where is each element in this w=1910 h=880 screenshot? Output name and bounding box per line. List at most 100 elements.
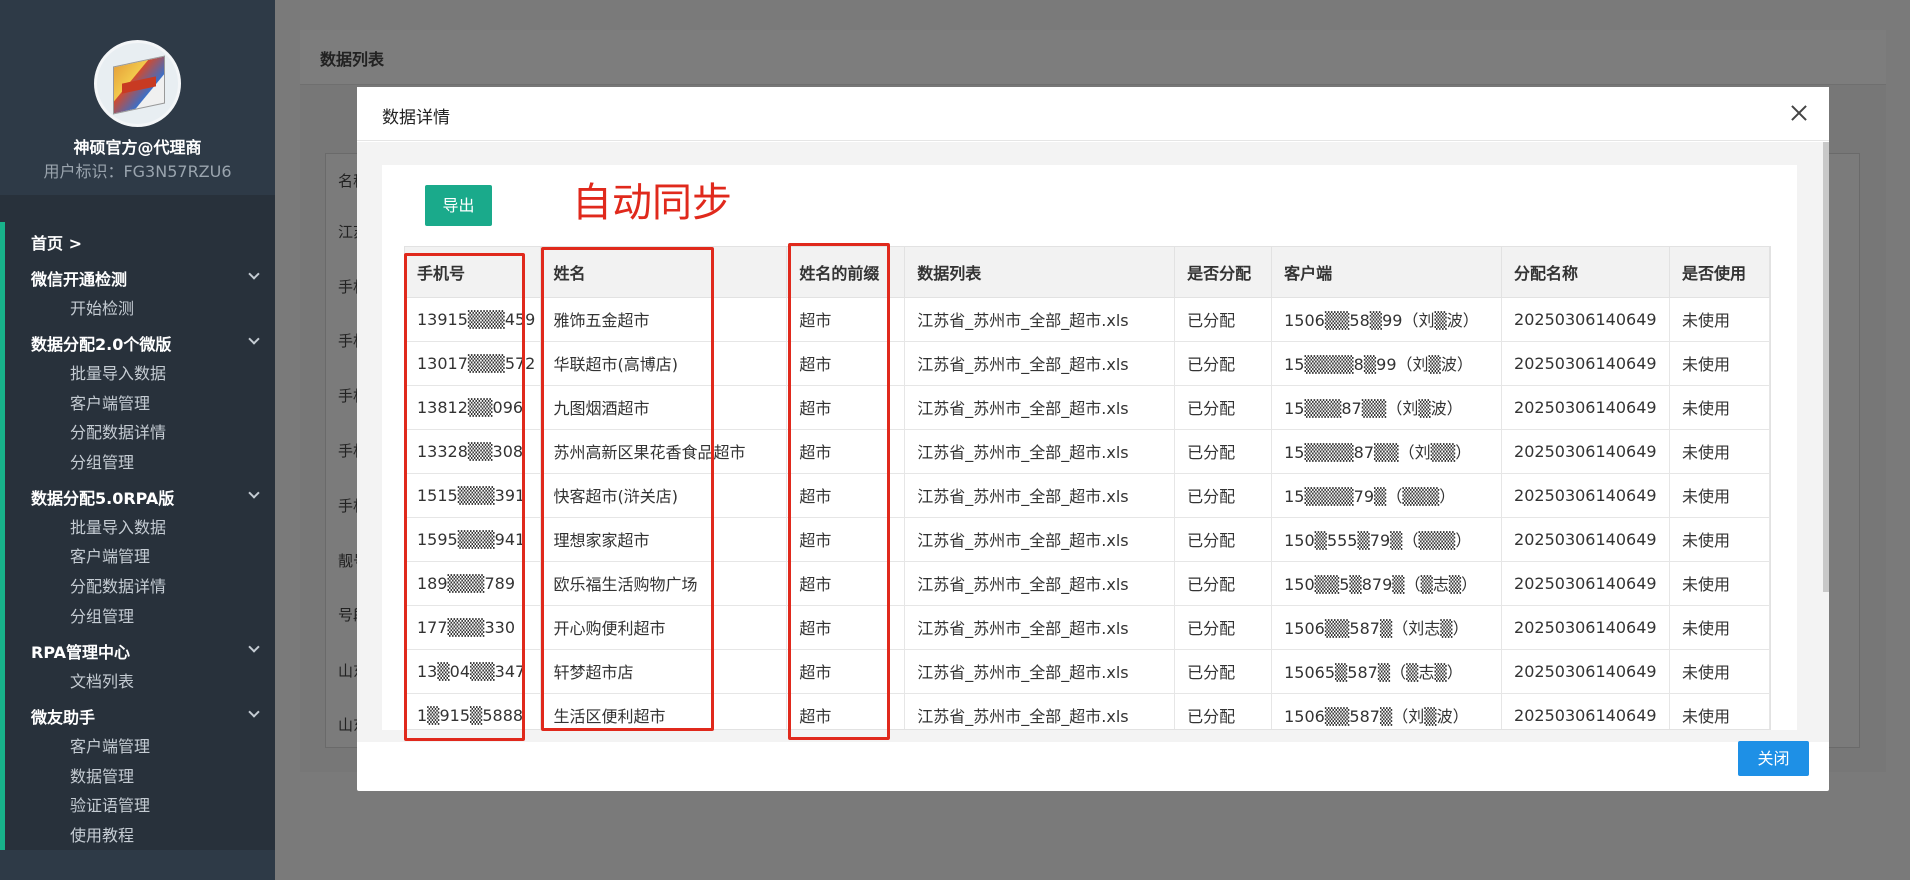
close-button[interactable]: 关闭 [1738,741,1809,776]
col-header-client[interactable]: 客户端 [1271,247,1503,298]
nav-group-data-dist-5[interactable]: 数据分配5.0RPA版 [31,485,174,509]
table-row[interactable]: 13915▒▒▒459 雅饰五金超市 超市 江苏省_苏州市_全部_超市.xls 已分配 1… [405,297,1770,342]
col-header-phone[interactable]: 手机号 [405,247,542,298]
nav-item-client-manage[interactable]: 客户端管理 [70,733,150,757]
cell-client: 1506▒▒587▒（刘▒波） [1271,693,1503,729]
table-row[interactable]: 1515▒▒▒391 快客超市(浒关店) 超市 江苏省_苏州市_全部_超市.xls 已分… [405,473,1770,518]
cell-name-prefix: 超市 [786,473,906,518]
nav-item-dist-detail[interactable]: 分配数据详情 [70,573,166,597]
cell-assigned: 已分配 [1174,341,1273,386]
cell-name: 九图烟酒超市 [540,385,788,430]
cell-assign-name: 20250306140649 [1501,605,1671,650]
page-title: 数据列表 [320,50,385,69]
cell-data-list: 江苏省_苏州市_全部_超市.xls [904,297,1176,342]
cell-client: 15065▒587▒（▒志▒） [1271,649,1503,694]
nav-item-client-manage[interactable]: 客户端管理 [70,390,150,414]
cell-data-list: 江苏省_苏州市_全部_超市.xls [904,341,1176,386]
chevron-down-icon[interactable] [248,641,260,653]
nav-item-group-manage[interactable]: 分组管理 [70,449,134,473]
cell-phone: 1515▒▒▒391 [405,473,542,518]
cell-client: 1506▒▒58▒99（刘▒波） [1271,297,1503,342]
chevron-down-icon[interactable] [248,268,260,280]
table-row[interactable]: 1595▒▒▒941 理想家家超市 超市 江苏省_苏州市_全部_超市.xls 已分配 15… [405,517,1770,562]
cell-assign-name: 20250306140649 [1501,649,1671,694]
cell-name: 理想家家超市 [540,517,788,562]
chevron-down-icon[interactable] [248,333,260,345]
cell-client: 150▒▒5▒879▒（▒志▒） [1271,561,1503,606]
table-row[interactable]: 189▒▒▒789 欧乐福生活购物广场 超市 江苏省_苏州市_全部_超市.xls 已分配… [405,561,1770,606]
cell-assigned: 已分配 [1174,429,1273,474]
cell-name: 生活区便利超市 [540,693,788,729]
cell-used: 未使用 [1669,605,1770,650]
cell-data-list: 江苏省_苏州市_全部_超市.xls [904,385,1176,430]
nav-group-wechat-check[interactable]: 微信开通检测 [31,266,127,290]
cell-assign-name: 20250306140649 [1501,297,1671,342]
cell-name-prefix: 超市 [786,605,906,650]
cell-used: 未使用 [1669,517,1770,562]
export-button[interactable]: 导出 [425,185,492,226]
cell-assigned: 已分配 [1174,473,1273,518]
cell-assigned: 已分配 [1174,297,1273,342]
table-row[interactable]: 13812▒▒096 九图烟酒超市 超市 江苏省_苏州市_全部_超市.xls 已分配 15… [405,385,1770,430]
table-row[interactable]: 1▒915▒5888 生活区便利超市 超市 江苏省_苏州市_全部_超市.xls 已分配 1… [405,693,1770,729]
nav-item-data-manage[interactable]: 数据管理 [70,763,134,787]
data-table: 手机号 姓名 姓名的前缀 数据列表 是否分配 客户端 分配名称 是否使用 139… [404,246,1771,730]
nav-item-batch-import[interactable]: 批量导入数据 [70,514,166,538]
close-icon[interactable] [1787,101,1811,125]
cell-name: 轩梦超市店 [540,649,788,694]
cell-data-list: 江苏省_苏州市_全部_超市.xls [904,605,1176,650]
modal-header: 数据详情 [357,87,1829,141]
col-header-data-list[interactable]: 数据列表 [904,247,1176,298]
col-header-assigned[interactable]: 是否分配 [1174,247,1273,298]
cell-name-prefix: 超市 [786,561,906,606]
profile-user-id: 用户标识：FG3N57RZU6 [43,162,232,181]
table-row[interactable]: 13328▒▒308 苏州高新区果花香食品超市 超市 江苏省_苏州市_全部_超市.xl… [405,429,1770,474]
nav-group-rpa-center[interactable]: RPA管理中心 [31,639,130,663]
cell-phone: 1▒915▒5888 [405,693,542,729]
nav-group-data-dist-2[interactable]: 数据分配2.0个微版 [31,331,171,355]
cell-name-prefix: 超市 [786,341,906,386]
nav-group-weyou-helper[interactable]: 微友助手 [31,704,95,728]
cell-assigned: 已分配 [1174,693,1273,729]
annotation-auto-sync: 自动同步 [572,180,732,226]
cell-name-prefix: 超市 [786,385,906,430]
cell-used: 未使用 [1669,561,1770,606]
chevron-down-icon[interactable] [248,706,260,718]
cell-assign-name: 20250306140649 [1501,693,1671,729]
cell-name-prefix: 超市 [786,649,906,694]
nav-item-start-check[interactable]: 开始检测 [70,295,134,319]
col-header-assign-name[interactable]: 分配名称 [1501,247,1671,298]
cell-used: 未使用 [1669,385,1770,430]
nav-home[interactable]: 首页 > [31,230,82,254]
sidebar-footer [0,850,275,880]
cell-name-prefix: 超市 [786,297,906,342]
cell-used: 未使用 [1669,473,1770,518]
col-header-name-prefix[interactable]: 姓名的前缀 [786,247,906,298]
table-row[interactable]: 177▒▒▒330 开心购便利超市 超市 江苏省_苏州市_全部_超市.xls 已分配 15… [405,605,1770,650]
modal-scrollbar[interactable] [1823,142,1829,592]
cell-name: 雅饰五金超市 [540,297,788,342]
chevron-down-icon[interactable] [248,487,260,499]
cell-data-list: 江苏省_苏州市_全部_超市.xls [904,693,1176,729]
nav-item-client-manage[interactable]: 客户端管理 [70,543,150,567]
cell-assigned: 已分配 [1174,649,1273,694]
nav-item-dist-detail[interactable]: 分配数据详情 [70,419,166,443]
col-header-used[interactable]: 是否使用 [1669,247,1770,298]
nav-item-tutorial[interactable]: 使用教程 [70,822,134,846]
table-row[interactable]: 13▒04▒▒347 轩梦超市店 超市 江苏省_苏州市_全部_超市.xls 已分配 150… [405,649,1770,694]
nav-item-doc-list[interactable]: 文档列表 [70,668,134,692]
col-header-name[interactable]: 姓名 [540,247,788,298]
cell-client: 15▒▒▒▒8▒99（刘▒波） [1271,341,1503,386]
cell-client: 150▒555▒79▒（▒▒▒） [1271,517,1503,562]
nav-item-group-manage[interactable]: 分组管理 [70,603,134,627]
nav-item-batch-import[interactable]: 批量导入数据 [70,360,166,384]
cell-name: 快客超市(浒关店) [540,473,788,518]
cell-used: 未使用 [1669,341,1770,386]
table-row[interactable]: 13017▒▒▒572 华联超市(高博店) 超市 江苏省_苏州市_全部_超市.xls 已… [405,341,1770,386]
nav-item-verify-msg[interactable]: 验证语管理 [70,792,150,816]
cell-assign-name: 20250306140649 [1501,473,1671,518]
cell-client: 15▒▒▒87▒▒（刘▒波） [1271,385,1503,430]
cell-name-prefix: 超市 [786,429,906,474]
logo-cube-icon [113,55,165,115]
cell-client: 15▒▒▒▒79▒（▒▒▒） [1271,473,1503,518]
